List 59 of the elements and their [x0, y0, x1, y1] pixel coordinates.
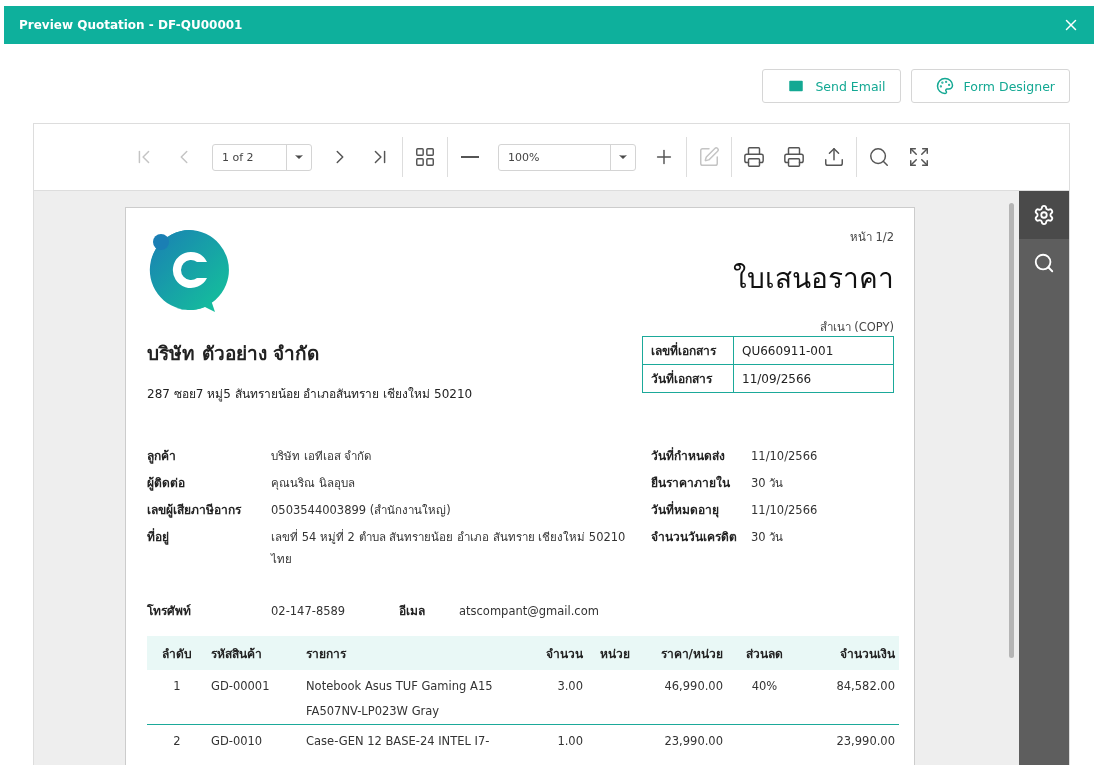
field-value: atscompant@gmail.com [459, 603, 600, 620]
zoom-select[interactable]: 100% [498, 143, 636, 171]
info-label: วันที่เอกสาร [642, 364, 734, 393]
table-cell: 2 [147, 724, 207, 754]
field-value: 30 วัน [751, 475, 785, 492]
scrollbar-thumb[interactable] [1009, 203, 1014, 658]
column-header: รายการ [302, 636, 532, 670]
table-cell: 84,582.00 [802, 670, 899, 725]
table-cell: 23,990.00 [642, 724, 727, 754]
field-label: ผู้ติดต่อ [147, 475, 186, 493]
settings-icon [1033, 204, 1055, 226]
company-address: 287 ซอย7 หมู่5 สันทรายน้อย อำเภอสันทราย เชียงใหม่ 50210 [147, 386, 473, 403]
info-value: 11/09/2566 [733, 364, 894, 393]
field-label: ลูกค้า [147, 448, 177, 466]
field-value: บริษัท เอทีเอส จำกัด [271, 448, 373, 465]
search-icon [1033, 252, 1055, 274]
column-header: ราคา/หน่วย [642, 636, 727, 670]
table-cell: 1 [147, 670, 207, 725]
field-value: 11/10/2566 [751, 448, 819, 465]
palette-icon [935, 77, 954, 95]
field-value: 02-147-8589 [271, 603, 347, 620]
table-cell: Notebook Asus TUF Gaming A15 FA507NV-LP023W Gray [302, 670, 532, 725]
window-title: Preview Quotation - DF-QU00001 [19, 18, 243, 32]
copy-label: สำเนา (COPY) [819, 319, 894, 336]
table-cell: 40% [727, 670, 802, 725]
info-value: QU660911-001 [733, 336, 894, 365]
info-label: เลขที่เอกสาร [642, 336, 734, 365]
column-header: รหัสสินค้า [207, 636, 302, 670]
table-cell: GD-0010 [207, 724, 302, 754]
column-header: จำนวนเงิน [802, 636, 899, 670]
field-label: อีเมล [399, 603, 426, 620]
column-header: หน่วย [587, 636, 642, 670]
field-label: วันที่หมดอายุ [651, 500, 720, 520]
field-value: คุณนริณ นิลอุบล [271, 475, 356, 492]
column-header: ส่วนลด [727, 636, 802, 670]
field-label: จำนวนวันเครดิต [651, 529, 738, 546]
field-value: 30 วัน [751, 529, 785, 546]
field-label: โทรศัพท์ [147, 603, 192, 620]
field-label: เลขผู้เสียภาษีอากร [147, 502, 243, 520]
field-label: ยืนราคาภายใน [651, 474, 731, 492]
field-label: วันที่กำหนดส่ง [651, 446, 726, 465]
field-value: 0503544003899 (สำนักงานใหญ่) [271, 502, 452, 519]
table-cell: 1.00 [532, 724, 587, 754]
field-value: 11/10/2566 [751, 502, 819, 519]
page-number: หน้า 1/2 [849, 229, 894, 246]
document-title: ใบเสนอราคา [733, 261, 894, 297]
page-select[interactable]: 1 of 2 [212, 143, 312, 171]
company-name: บริษัท ตัวอย่าง จำกัด [147, 341, 321, 366]
table-cell: 23,990.00 [802, 724, 899, 754]
table-cell: GD-00001 [207, 670, 302, 725]
table-cell: Case-GEN 12 BASE-24 INTEL I7- [302, 724, 532, 754]
field-value: เลขที่ 54 หมู่ที่ 2 ตำบล สันทรายน้อย อำเภอ สันทราย เชียงใหม่ 50210 [271, 528, 627, 546]
settings-button[interactable] [1019, 191, 1069, 239]
table-cell: 46,990.00 [642, 670, 727, 725]
field-value: ไทย [271, 551, 293, 568]
column-header: ลำดับ [147, 636, 207, 670]
field-label: ที่อยู่ [147, 527, 170, 547]
table-cell: 3.00 [532, 670, 587, 725]
column-header: จำนวน [532, 636, 587, 670]
